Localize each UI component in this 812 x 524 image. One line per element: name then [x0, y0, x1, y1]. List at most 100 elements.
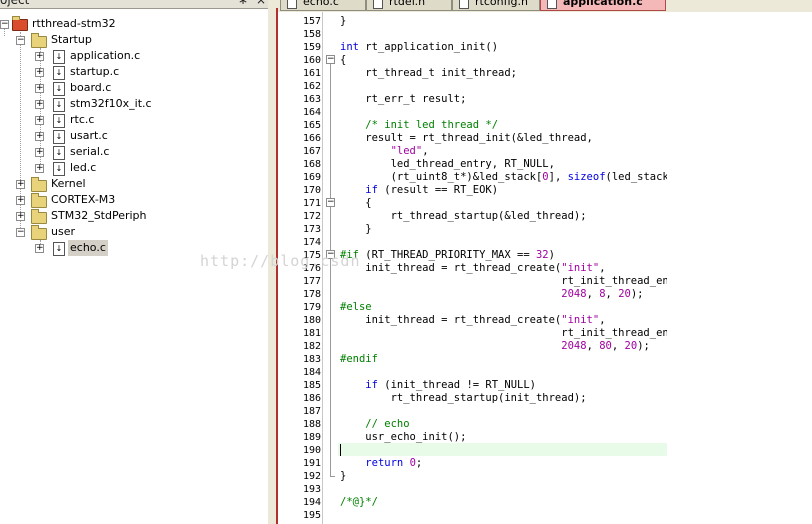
line-number: 189 — [302, 432, 321, 443]
expand-icon[interactable]: + — [16, 180, 25, 189]
pin-icon[interactable]: ∗ — [238, 0, 248, 7]
code-line: { — [340, 197, 372, 209]
expand-icon[interactable]: + — [16, 212, 25, 221]
fold-line — [330, 64, 331, 476]
code-line: return 0; — [365, 457, 423, 469]
line-number: 182 — [302, 341, 321, 352]
fold-collapse-icon[interactable]: − — [326, 198, 335, 207]
expand-icon[interactable]: + — [35, 84, 44, 93]
tree-item-file[interactable]: + ↓ usart.c — [0, 128, 268, 144]
expand-icon[interactable]: + — [35, 164, 44, 173]
line-number: 183 — [302, 354, 321, 365]
tree-item-folder-cortex-m3[interactable]: + CORTEX-M3 — [0, 192, 268, 208]
fold-collapse-icon[interactable]: − — [326, 250, 335, 259]
code-line: } — [340, 15, 347, 27]
code-line: /*@}*/ — [340, 496, 378, 508]
line-number: 160 — [302, 55, 321, 66]
code-line: "led", — [390, 145, 429, 157]
tree-item-label: Startup — [51, 33, 92, 46]
collapse-icon[interactable]: − — [16, 228, 25, 237]
code-line: rt_thread_startup(&led_thread); — [340, 210, 587, 222]
h-file-icon — [459, 0, 469, 9]
tree-item-file[interactable]: + ↓ led.c — [0, 160, 268, 176]
code-line: { — [340, 54, 347, 66]
line-number: 166 — [302, 133, 321, 144]
text-caret — [340, 444, 341, 456]
code-line: // echo — [340, 418, 410, 430]
tab-application-c[interactable]: application.c — [540, 0, 666, 11]
collapse-icon[interactable]: − — [0, 20, 9, 29]
code-line: usr_echo_init(); — [340, 431, 467, 443]
tree-item-file[interactable]: + ↓ stm32f10x_it.c — [0, 96, 268, 112]
expand-icon[interactable]: + — [35, 52, 44, 61]
code-line: rt_thread_startup(init_thread); — [340, 392, 587, 404]
project-panel-header: oject ∗ × — [0, 0, 268, 9]
line-number: 187 — [302, 406, 321, 417]
collapse-icon[interactable]: − — [16, 36, 25, 45]
line-number: 193 — [302, 484, 321, 495]
code-line: (rt_uint8_t*)&led_stack[0], sizeof(led_s… — [340, 171, 667, 183]
expand-icon[interactable]: + — [35, 68, 44, 77]
line-number: 176 — [302, 263, 321, 274]
fold-collapse-icon[interactable]: − — [326, 55, 335, 64]
tree-item-label: usart.c — [70, 129, 108, 142]
tab-rtdef-h[interactable]: rtdef.h — [366, 0, 452, 11]
expand-icon[interactable]: + — [35, 116, 44, 125]
tree-item-file[interactable]: + ↓ startup.c — [0, 64, 268, 80]
expand-icon[interactable]: + — [35, 148, 44, 157]
tree-item-folder-kernel[interactable]: + Kernel — [0, 176, 268, 192]
project-panel-title: oject — [0, 0, 30, 7]
h-file-icon — [373, 0, 383, 9]
tab-rtconfig-h[interactable]: rtconfig.h — [452, 0, 540, 11]
line-number: 175 — [302, 250, 321, 261]
expand-icon[interactable]: + — [35, 132, 44, 141]
editor-blank-area — [667, 12, 812, 524]
tree-item-file-selected[interactable]: + ↓ echo.c — [0, 240, 268, 256]
code-line: int rt_application_init() — [340, 41, 499, 53]
code-editor[interactable]: − − − 157} 158 159 int rt_application_init(… — [278, 12, 667, 524]
c-file-icon: ↓ — [53, 146, 65, 160]
line-number: 185 — [302, 380, 321, 391]
code-line: rt_init_thread_entry, R — [561, 275, 667, 287]
tree-item-label: stm32f10x_it.c — [70, 97, 152, 110]
line-number: 177 — [302, 276, 321, 287]
line-number: 171 — [302, 198, 321, 209]
expand-icon[interactable]: + — [35, 100, 44, 109]
folder-open-icon — [31, 33, 47, 48]
tree-item-file[interactable]: + ↓ board.c — [0, 80, 268, 96]
tree-item-label: user — [51, 225, 75, 238]
c-file-icon: ↓ — [53, 114, 65, 128]
tab-label: echo.c — [303, 0, 339, 8]
tree-item-label: serial.c — [70, 145, 110, 158]
c-file-icon: ↓ — [53, 98, 65, 112]
line-number: 164 — [302, 107, 321, 118]
close-icon[interactable]: × — [256, 0, 266, 7]
code-line: /* init led thread */ — [340, 119, 499, 131]
tree-item-file[interactable]: + ↓ rtc.c — [0, 112, 268, 128]
tree-item-label: Kernel — [51, 177, 86, 190]
tab-echo-c[interactable]: echo.c — [280, 0, 366, 11]
code-line: if (result == RT_EOK) — [365, 184, 499, 196]
line-number: 165 — [302, 120, 321, 131]
fold-margin: − − − — [323, 12, 337, 524]
tab-label: application.c — [563, 0, 643, 8]
code-line: #if (RT_THREAD_PRIORITY_MAX == 32) — [340, 249, 555, 261]
line-number: 195 — [302, 510, 321, 521]
code-line: } — [340, 470, 347, 482]
expand-icon[interactable]: + — [16, 196, 25, 205]
line-number: 174 — [302, 237, 321, 248]
tree-item-file[interactable]: + ↓ serial.c — [0, 144, 268, 160]
tree-item-folder-user[interactable]: − user — [0, 224, 268, 240]
tree-item-label: rtc.c — [70, 113, 95, 126]
line-number: 179 — [302, 302, 321, 313]
tree-item-file[interactable]: + ↓ application.c — [0, 48, 268, 64]
line-number: 191 — [302, 458, 321, 469]
tree-item-folder-startup[interactable]: − Startup — [0, 32, 268, 48]
tree-item-label: echo.c — [68, 240, 108, 256]
current-line-highlight — [338, 443, 667, 456]
tree-item-project-root[interactable]: − rtthread-stm32 — [0, 16, 268, 32]
tab-label: rtdef.h — [389, 0, 426, 8]
expand-icon[interactable]: + — [35, 244, 44, 253]
tree-item-folder-stdperiph[interactable]: + STM32_StdPeriph — [0, 208, 268, 224]
fold-end — [330, 476, 335, 477]
